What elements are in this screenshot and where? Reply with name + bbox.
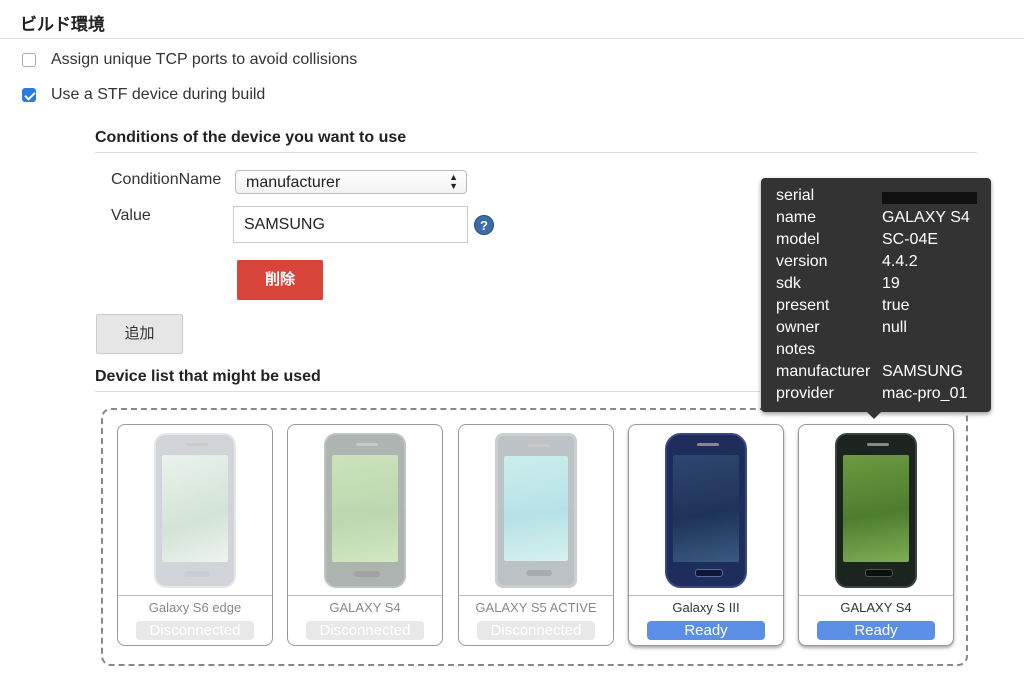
condition-name-label: ConditionName [111, 171, 222, 188]
device-list-divider [95, 391, 760, 392]
tooltip-row: sdk 19 [776, 275, 986, 297]
tooltip-value: SC-04E [882, 231, 939, 248]
tooltip-value: 19 [882, 275, 900, 292]
device-list-title: Device list that might be used [95, 368, 321, 385]
phone-image [324, 432, 406, 588]
tooltip-key: provider [776, 385, 834, 402]
device-info-tooltip: serial name GALAXY S4 model SC-04E versi… [761, 178, 991, 419]
tooltip-key: serial [776, 187, 815, 204]
tooltip-row: notes [776, 341, 986, 363]
tooltip-key: version [776, 253, 828, 270]
device-status-badge: Ready [647, 621, 765, 640]
tooltip-value: GALAXY S4 [882, 209, 970, 226]
device-card[interactable]: Galaxy S6 edge Disconnected [117, 424, 273, 646]
checkbox-unique-tcp-ports[interactable] [22, 53, 36, 67]
tooltip-row: model SC-04E [776, 231, 986, 253]
device-status-badge: Ready [817, 621, 935, 640]
tooltip-row: version 4.4.2 [776, 253, 986, 275]
select-arrows-icon: ▲ ▼ [449, 172, 458, 191]
value-input-text: SAMSUNG [244, 216, 325, 233]
value-input[interactable]: SAMSUNG [233, 206, 468, 243]
add-button[interactable]: 追加 [96, 314, 183, 354]
tooltip-key: present [776, 297, 830, 314]
tooltip-value: SAMSUNG [882, 363, 963, 380]
tooltip-row: provider mac-pro_01 [776, 385, 986, 407]
tooltip-row: owner null [776, 319, 986, 341]
device-status-badge: Disconnected [306, 621, 424, 640]
tooltip-value: true [882, 297, 910, 314]
phone-image [154, 432, 236, 588]
phone-image [835, 432, 917, 588]
device-name: Galaxy S III [672, 600, 740, 615]
checkbox-use-stf-device[interactable] [22, 88, 36, 102]
device-card[interactable]: Galaxy S III Ready [628, 424, 784, 646]
phone-image [495, 432, 577, 588]
tooltip-row: serial [776, 187, 986, 209]
tooltip-value: mac-pro_01 [882, 385, 968, 402]
device-status-badge: Disconnected [477, 621, 595, 640]
condition-name-value: manufacturer [246, 174, 341, 191]
tooltip-key: notes [776, 341, 816, 358]
tooltip-key: sdk [776, 275, 801, 292]
tooltip-key: name [776, 209, 817, 226]
tooltip-key: manufacturer [776, 363, 871, 380]
device-card[interactable]: GALAXY S4 Ready [798, 424, 954, 646]
tooltip-row: present true [776, 297, 986, 319]
option-use-stf-device[interactable]: Use a STF device during build [22, 86, 265, 104]
conditions-title: Conditions of the device you want to use [95, 129, 407, 146]
tooltip-key: owner [776, 319, 820, 336]
device-card[interactable]: GALAXY S5 ACTIVE Disconnected [458, 424, 614, 646]
tooltip-value: 4.4.2 [882, 253, 918, 270]
redacted-serial [882, 192, 977, 204]
tooltip-key: model [776, 231, 820, 248]
condition-name-select[interactable]: manufacturer ▲ ▼ [235, 170, 467, 194]
section-divider [0, 38, 1024, 39]
tooltip-row: name GALAXY S4 [776, 209, 986, 231]
value-label: Value [111, 207, 151, 224]
device-status-badge: Disconnected [136, 621, 254, 640]
section-title: ビルド環境 [20, 15, 105, 34]
tooltip-value: null [882, 319, 907, 336]
phone-image [665, 432, 747, 588]
tooltip-arrow [867, 412, 881, 419]
help-icon[interactable]: ? [474, 215, 494, 235]
delete-button[interactable]: 削除 [237, 260, 323, 300]
conditions-divider [95, 152, 977, 153]
option-label: Use a STF device during build [51, 86, 266, 103]
device-name: GALAXY S5 ACTIVE [475, 600, 597, 615]
device-name: GALAXY S4 [840, 600, 912, 615]
option-unique-tcp-ports[interactable]: Assign unique TCP ports to avoid collisi… [22, 51, 357, 69]
device-card[interactable]: GALAXY S4 Disconnected [287, 424, 443, 646]
device-name: GALAXY S4 [329, 600, 401, 615]
option-label: Assign unique TCP ports to avoid collisi… [51, 51, 358, 68]
tooltip-row: manufacturer SAMSUNG [776, 363, 986, 385]
device-name: Galaxy S6 edge [148, 600, 242, 615]
